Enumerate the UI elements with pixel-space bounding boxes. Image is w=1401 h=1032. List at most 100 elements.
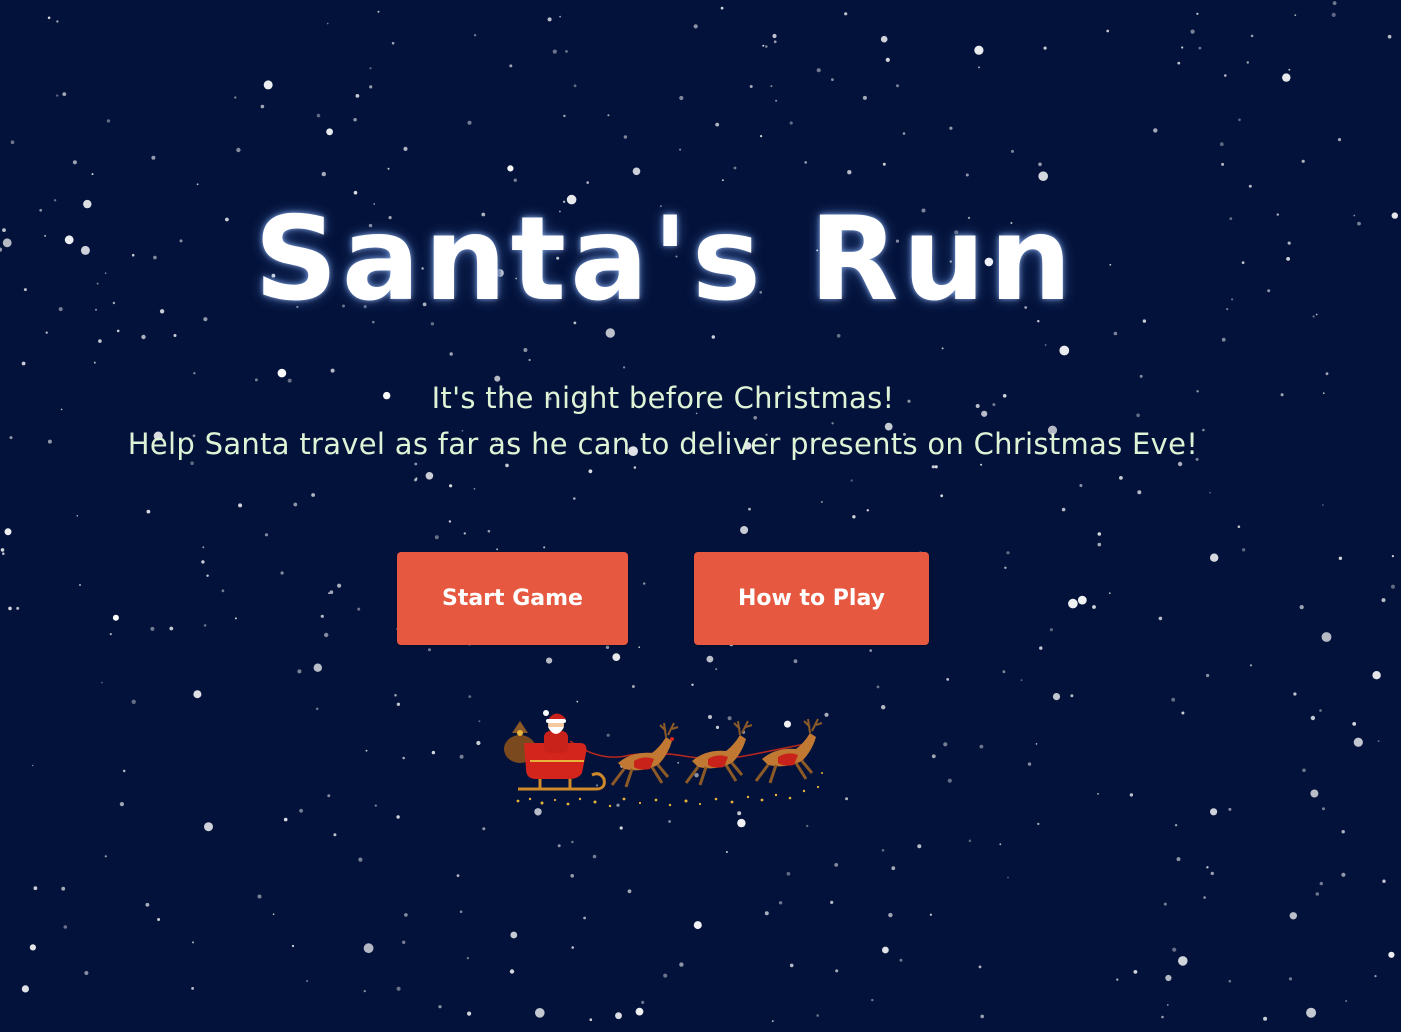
snowflake [980,463,983,466]
snowflake [394,694,397,697]
snowflake [573,497,576,500]
snowflake [789,963,794,968]
snowflake [605,645,610,649]
snowflake [1177,61,1181,65]
snowflake [396,702,401,706]
snowflake [1097,793,1099,795]
snowflake [737,818,746,828]
snowflake [775,99,778,102]
snowflake [535,1008,545,1018]
how-to-play-button[interactable]: How to Play [694,552,929,645]
snowflake [852,515,856,519]
snowflake [157,918,161,921]
snowflake [1322,807,1325,811]
snowflake [1106,29,1110,33]
snowflake [1079,484,1083,487]
snowflake [316,113,321,118]
snowflake [169,626,174,631]
snowflake [1391,212,1399,219]
snowflake [891,866,896,871]
snowflake [1004,566,1007,569]
snowflake [816,1014,819,1017]
snowflake [1301,159,1305,163]
snowflake [1310,715,1316,721]
snowflake [306,980,309,982]
snowflake [1353,737,1363,747]
snowflake [1338,556,1343,560]
snowflake [979,744,984,749]
snowflake [835,969,839,973]
snowflake [16,606,20,610]
snowflake [1289,912,1298,920]
snowflake [1357,221,1361,226]
snowflake [21,361,26,366]
snowflake [974,45,984,55]
snowflake [847,170,852,175]
snowflake [463,532,466,535]
snowflake [272,913,275,915]
snowflake [980,1014,984,1019]
snowflake [1337,138,1342,142]
snowflake [1011,149,1014,153]
snowflake [234,96,237,99]
snowflake [627,889,632,894]
snowflake [56,94,59,97]
snowflake [1322,504,1324,506]
snowflake [1177,461,1183,467]
intro-line-2: Help Santa travel as far as he can to de… [127,427,1199,461]
snowflake [1133,970,1138,974]
snowflake [487,529,491,533]
snowflake [691,683,694,686]
snowflake [1129,793,1134,797]
snowflake [33,886,38,891]
snowflake [1044,344,1047,346]
snowflake [277,368,287,378]
snowflake [280,571,284,575]
snowflake [76,515,79,517]
snowflake [760,135,763,138]
snowflake [725,851,728,853]
snowflake [1288,68,1291,71]
snowflake [56,20,59,23]
snowflake [1052,693,1061,701]
snowflake [720,6,724,10]
snowflake [459,754,464,759]
snowflake [1174,824,1178,827]
snowflake [1068,598,1078,609]
snowflake [363,943,374,954]
snowflake [4,528,12,536]
snowflake [1108,592,1111,595]
snowflake [84,971,89,975]
snowflake [459,910,463,913]
snowflake [510,931,518,939]
snowflake [615,1012,622,1020]
snowflake [635,1007,644,1016]
snowflake [559,15,561,18]
snowflake [816,68,821,73]
snowflake [333,833,337,837]
snowflake [145,902,150,907]
snowflake [1196,12,1199,15]
snowflake [482,827,486,831]
snowflake [449,352,453,356]
snowflake [528,358,531,362]
start-game-button[interactable]: Start Game [397,552,628,645]
snowflake [1228,979,1232,983]
snowflake [1331,12,1336,17]
snowflake [363,990,366,993]
snowflake [711,335,715,339]
snowflake [778,901,783,905]
snowflake [61,886,66,891]
snowflake [1043,46,1047,50]
snowflake [931,465,935,469]
snowflake [313,663,322,672]
snowflake [869,649,872,652]
snowflake [1321,632,1332,642]
snowflake [881,849,885,852]
snowflake [845,797,849,801]
snowflake [321,171,326,177]
snowflake [320,614,324,618]
snowflake [291,944,295,948]
snowflake [438,1005,442,1009]
snowflake [831,422,834,425]
